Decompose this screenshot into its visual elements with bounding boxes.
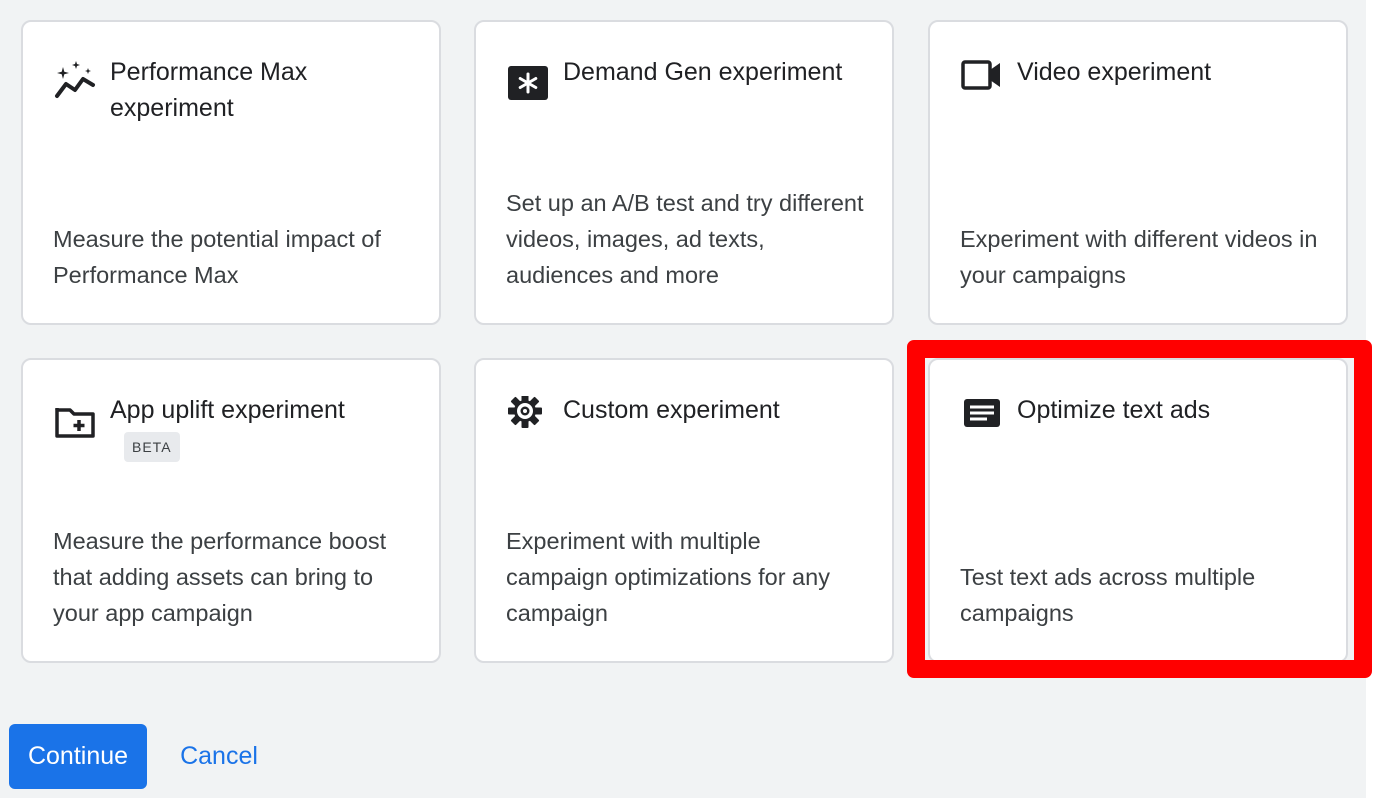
card-title: App uplift experiment <box>110 396 345 424</box>
card-custom-experiment[interactable]: Custom experiment Experiment with multip… <box>474 358 894 663</box>
card-description: Set up an A/B test and try different vid… <box>506 190 864 288</box>
card-optimize-text-ads[interactable]: Optimize text ads Test text ads across m… <box>928 358 1348 663</box>
cancel-button[interactable]: Cancel <box>160 724 278 789</box>
card-title: Demand Gen experiment <box>563 58 843 86</box>
card-description: Measure the performance boost that addin… <box>53 528 387 626</box>
video-camera-icon <box>960 58 1004 102</box>
gear-icon <box>506 396 550 440</box>
performance-max-icon <box>53 58 97 102</box>
card-description: Experiment with different videos in your… <box>960 226 1318 288</box>
card-title: Custom experiment <box>563 396 780 424</box>
card-demand-gen[interactable]: Demand Gen experiment Set up an A/B test… <box>474 20 894 325</box>
card-title: Optimize text ads <box>1017 396 1211 424</box>
folder-add-icon <box>53 396 97 440</box>
beta-badge: BETA <box>124 432 180 462</box>
demand-gen-icon <box>506 58 550 102</box>
card-performance-max[interactable]: Performance Max experiment Measure the p… <box>21 20 441 325</box>
text-ad-icon <box>960 396 1004 440</box>
card-video-experiment[interactable]: Video experiment Experiment with differe… <box>928 20 1348 325</box>
card-description: Test text ads across multiple campaigns <box>960 564 1256 626</box>
continue-button[interactable]: Continue <box>9 724 147 789</box>
card-app-uplift[interactable]: App uplift experiment BETA Measure the p… <box>21 358 441 663</box>
card-title: Performance Max experiment <box>110 58 308 122</box>
card-title: Video experiment <box>1017 58 1212 86</box>
card-description: Experiment with multiple campaign optimi… <box>506 528 830 626</box>
card-description: Measure the potential impact of Performa… <box>53 226 381 288</box>
